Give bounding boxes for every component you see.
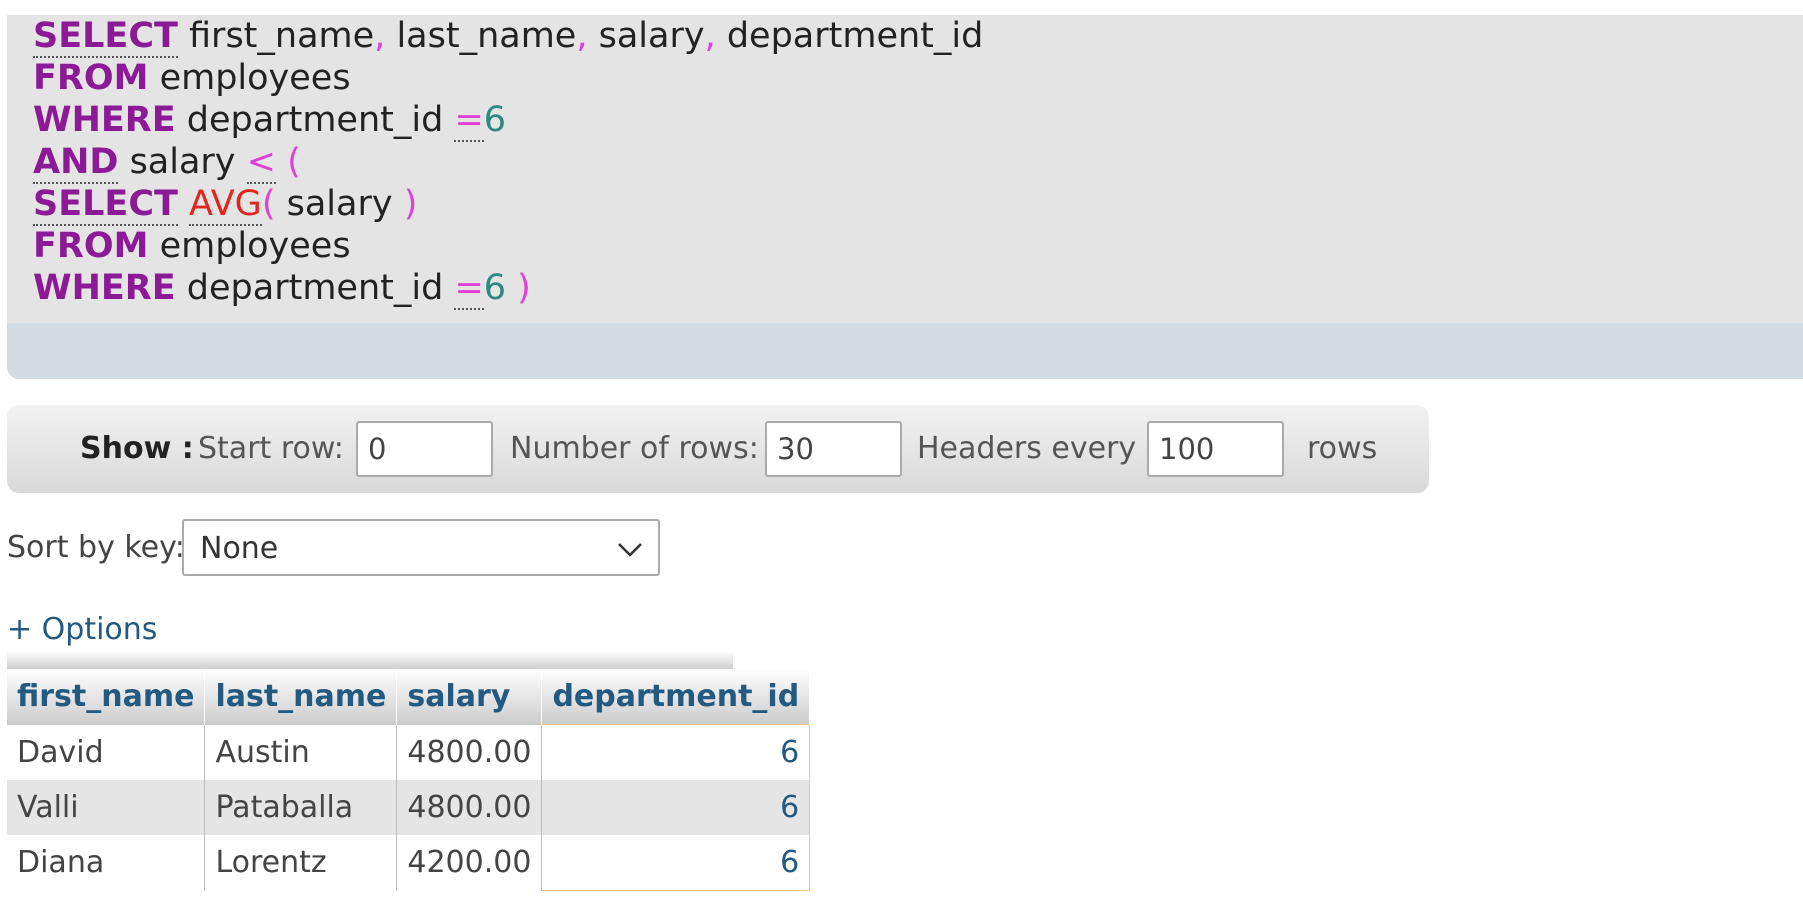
table-row: David Austin 4800.00 6 <box>7 724 811 780</box>
cell-first-name[interactable]: Valli <box>7 780 206 835</box>
sql-line: SELECT AVG( salary ) <box>33 183 983 226</box>
sql-token: = <box>454 100 484 142</box>
cell-salary[interactable]: 4200.00 <box>396 835 543 891</box>
sql-line: AND salary < ( <box>33 141 983 184</box>
sql-token: FROM <box>33 226 149 266</box>
headers-every-label: Headers every <box>917 431 1137 466</box>
table-row: Valli Pataballa 4800.00 6 <box>7 780 811 835</box>
sql-token: employees <box>148 226 351 266</box>
cell-department-id[interactable]: 6 <box>541 835 811 891</box>
sql-line: SELECT first_name, last_name, salary, de… <box>33 15 984 58</box>
sort-by-key-label: Sort by key: <box>7 530 185 565</box>
number-of-rows-input[interactable] <box>765 421 902 477</box>
sql-token: = <box>454 268 484 310</box>
sql-token: department_id <box>175 100 455 140</box>
start-row-label: Start row: <box>198 431 344 466</box>
sql-token: department_id <box>715 16 984 56</box>
column-header-department-id[interactable]: department_id <box>541 669 811 725</box>
sort-by-key-select[interactable]: None <box>182 519 660 576</box>
sql-token: salary <box>587 16 705 56</box>
cell-last-name[interactable]: Austin <box>204 724 398 780</box>
sql-token: AND <box>33 142 119 184</box>
sql-token: SELECT <box>33 184 178 226</box>
cell-salary[interactable]: 4800.00 <box>396 724 543 780</box>
sql-token: WHERE <box>33 268 176 308</box>
sort-selected-value: None <box>200 531 279 566</box>
sql-code[interactable]: SELECT first_name, last_name, salary, de… <box>33 15 984 310</box>
sql-token: ) <box>403 184 418 224</box>
cell-first-name[interactable]: David <box>7 724 206 780</box>
table-row: Diana Lorentz 4200.00 6 <box>7 835 811 891</box>
column-header-first-name[interactable]: first_name <box>7 669 206 725</box>
table-header-row: first_name last_name salary department_i… <box>7 669 811 725</box>
sql-token: first_name <box>177 16 375 56</box>
sql-line: WHERE department_id =6 ) <box>33 267 983 310</box>
sql-token: AVG <box>189 184 262 226</box>
sql-token: , <box>374 16 386 56</box>
sql-token: FROM <box>33 58 149 98</box>
cell-first-name[interactable]: Diana <box>7 835 206 891</box>
sql-token: < <box>246 142 276 184</box>
cell-department-id[interactable]: 6 <box>541 780 811 835</box>
show-rows-bar: Show : Start row: Number of rows: Header… <box>7 405 1429 493</box>
sql-token: salary <box>275 184 404 224</box>
sql-token: last_name <box>385 16 577 56</box>
sql-query-footer <box>7 323 1803 379</box>
show-label: Show : <box>80 431 194 466</box>
sql-token: WHERE <box>33 100 176 140</box>
sql-token: ( <box>275 142 301 182</box>
sql-token: employees <box>148 58 351 98</box>
column-header-salary[interactable]: salary <box>396 669 543 725</box>
number-of-rows-label: Number of rows: <box>510 431 759 466</box>
rows-label: rows <box>1307 431 1378 466</box>
options-link[interactable]: + Options <box>7 612 157 647</box>
start-row-input[interactable] <box>356 421 493 477</box>
cell-last-name[interactable]: Lorentz <box>204 835 398 891</box>
results-table: first_name last_name salary department_i… <box>7 669 811 891</box>
sql-token: SELECT <box>33 16 178 58</box>
table-top-border <box>7 651 733 669</box>
sql-token: ( <box>261 184 276 224</box>
sql-token: , <box>704 16 716 56</box>
sql-line: WHERE department_id =6 <box>33 99 983 142</box>
sql-token: 6 <box>483 268 507 308</box>
sql-line: FROM employees <box>33 57 983 99</box>
sql-query-box[interactable]: SELECT first_name, last_name, salary, de… <box>7 15 1803 379</box>
cell-last-name[interactable]: Pataballa <box>204 780 398 835</box>
sql-token: 6 <box>483 100 507 140</box>
sql-token: salary <box>118 142 247 182</box>
chevron-down-icon <box>618 543 642 557</box>
sql-token: ) <box>506 268 531 308</box>
sql-token: department_id <box>175 268 455 308</box>
headers-every-input[interactable] <box>1147 421 1284 477</box>
sql-line: FROM employees <box>33 225 983 267</box>
cell-salary[interactable]: 4800.00 <box>396 780 543 835</box>
cell-department-id[interactable]: 6 <box>541 724 811 780</box>
sql-token: , <box>576 16 588 56</box>
column-header-last-name[interactable]: last_name <box>204 669 398 725</box>
